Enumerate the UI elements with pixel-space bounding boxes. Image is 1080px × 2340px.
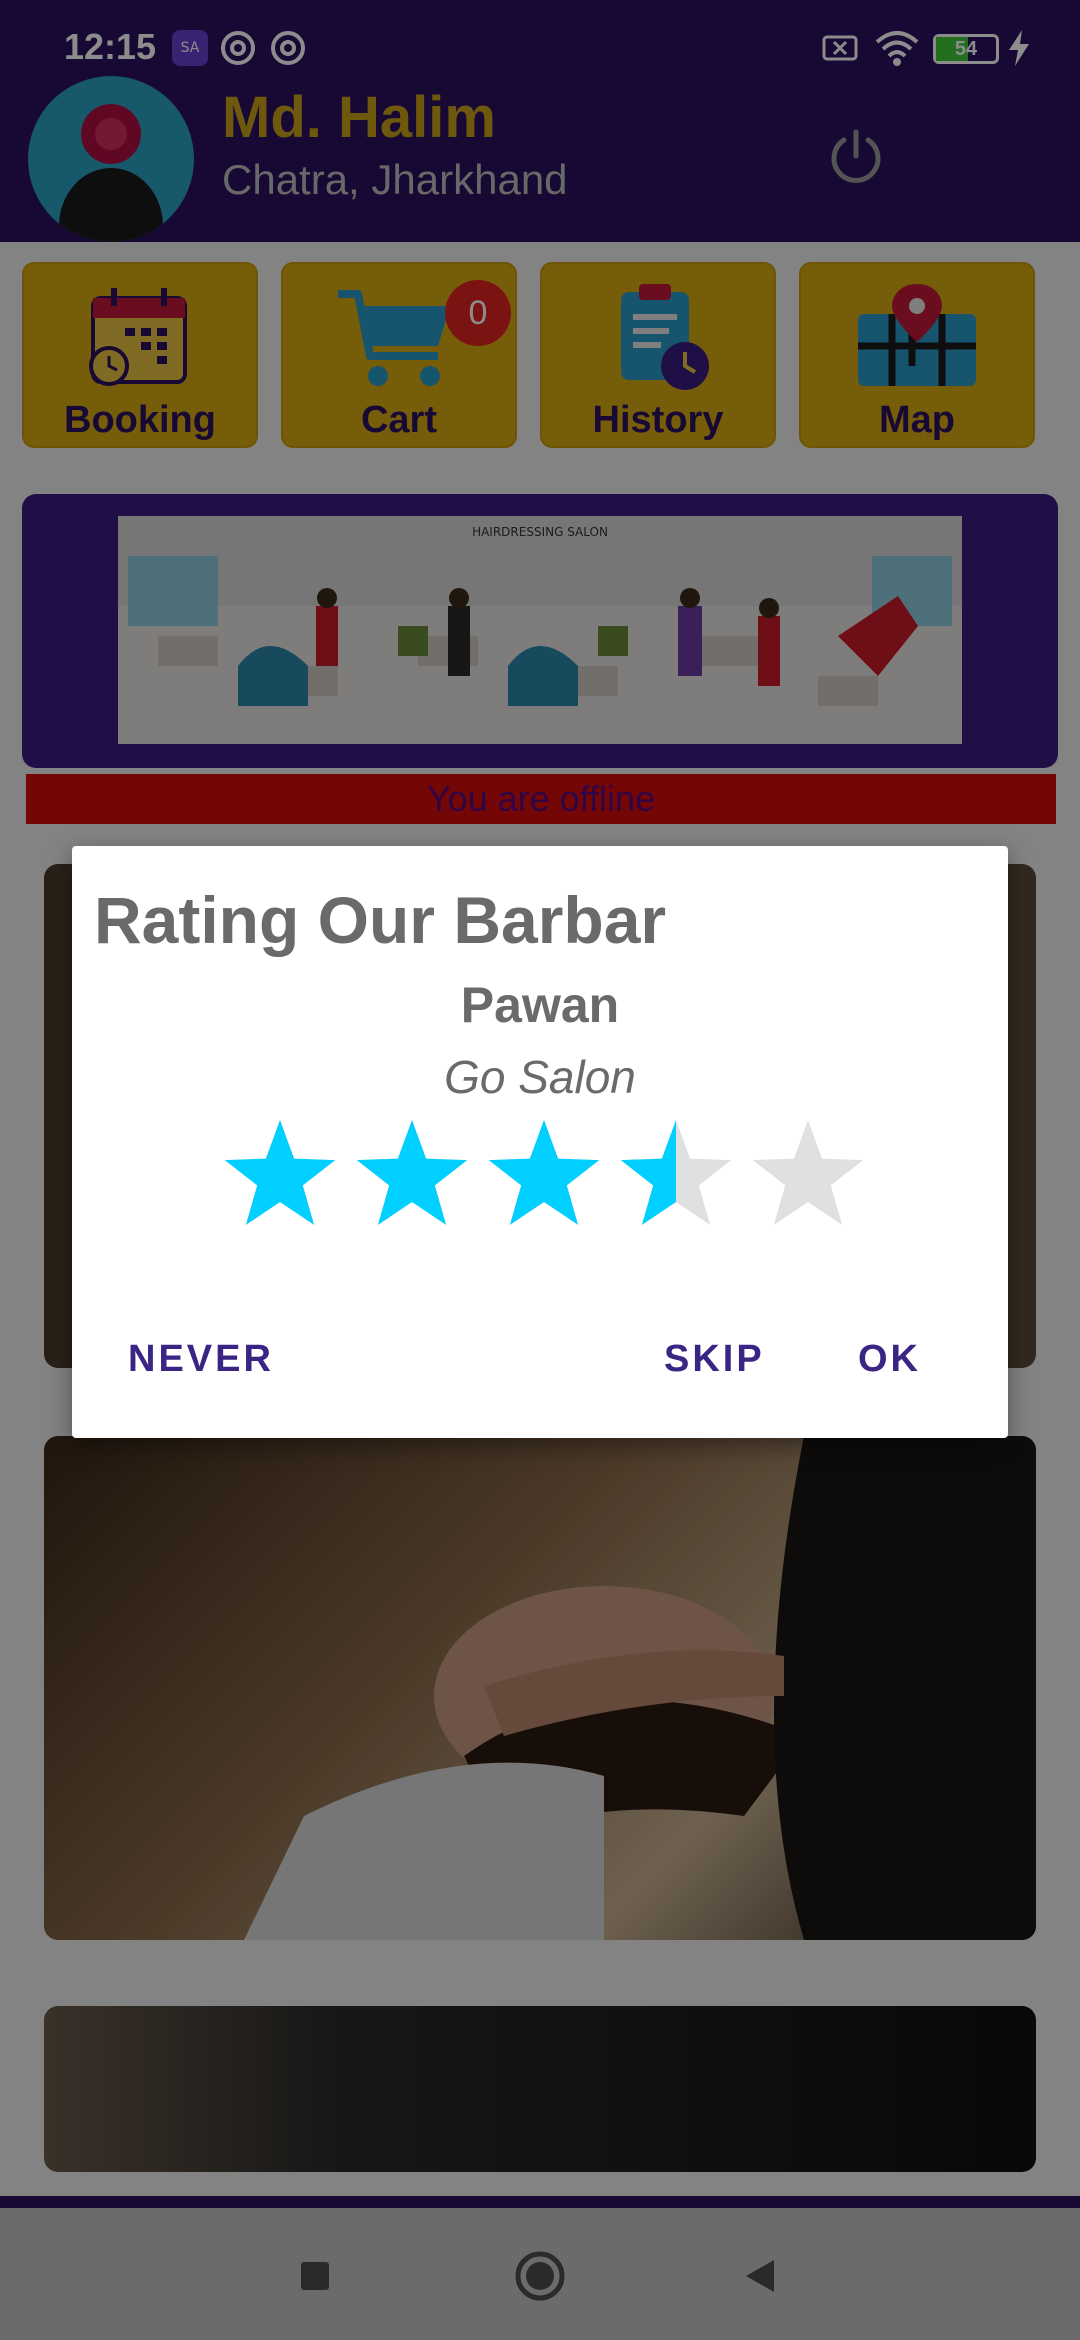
rating-dialog: Rating Our Barbar Pawan Go Salon NEVER S… — [72, 846, 1008, 1438]
rating-star[interactable] — [488, 1120, 600, 1225]
back-triangle-icon[interactable] — [734, 2248, 790, 2304]
dialog-title: Rating Our Barbar — [94, 883, 667, 957]
ok-button[interactable]: OK — [858, 1338, 921, 1381]
salon-name: Go Salon — [444, 1051, 636, 1103]
skip-button[interactable]: SKIP — [664, 1338, 765, 1381]
system-nav-bar — [0, 2208, 1080, 2340]
barber-name: Pawan — [460, 977, 620, 1033]
rating-bar[interactable] — [218, 1116, 868, 1236]
rating-star[interactable] — [620, 1120, 732, 1225]
never-button[interactable]: NEVER — [128, 1338, 274, 1381]
home-circle-icon[interactable] — [512, 2248, 568, 2304]
rating-star[interactable] — [752, 1120, 864, 1225]
rating-star[interactable] — [356, 1120, 468, 1225]
recents-square-icon[interactable] — [287, 2248, 343, 2304]
rating-star[interactable] — [224, 1120, 336, 1225]
